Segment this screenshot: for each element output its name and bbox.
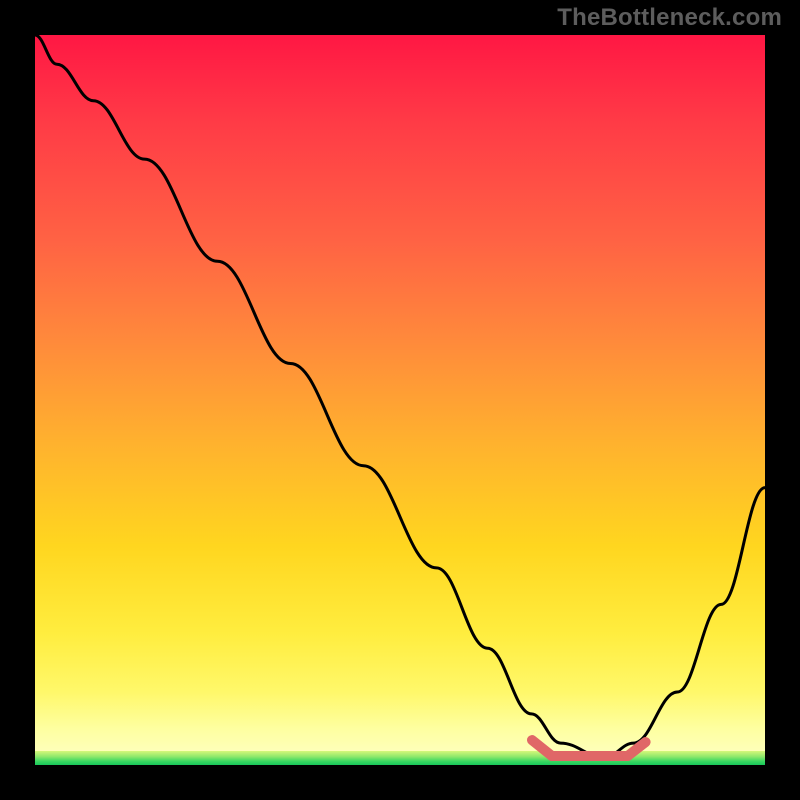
plot-area [35,35,765,765]
curve-line [35,35,765,758]
optimal-strip [35,751,765,765]
watermark-text: TheBottleneck.com [557,4,782,32]
chart-frame: TheBottleneck.com [0,0,800,800]
bottleneck-curve [35,35,765,765]
